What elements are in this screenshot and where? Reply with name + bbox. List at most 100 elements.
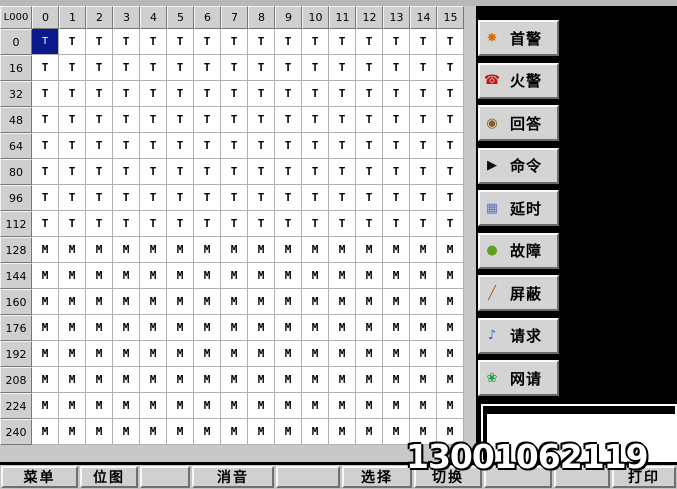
address-cell[interactable]: M [32, 263, 59, 289]
address-cell[interactable]: T [194, 159, 221, 185]
address-cell[interactable]: M [86, 237, 113, 263]
address-cell[interactable]: M [86, 289, 113, 315]
address-cell[interactable]: T [437, 29, 464, 55]
address-cell[interactable]: M [437, 315, 464, 341]
address-cell[interactable]: M [140, 419, 167, 445]
address-cell[interactable]: M [275, 367, 302, 393]
address-cell[interactable]: T [221, 29, 248, 55]
address-cell[interactable]: M [221, 289, 248, 315]
address-cell[interactable]: T [383, 81, 410, 107]
address-cell[interactable]: M [437, 289, 464, 315]
address-cell[interactable]: T [59, 29, 86, 55]
address-cell[interactable]: M [194, 263, 221, 289]
sidebar-button-9[interactable]: ❀ 网请 [478, 360, 559, 396]
address-cell[interactable]: T [410, 81, 437, 107]
address-cell[interactable]: M [167, 263, 194, 289]
address-cell[interactable]: T [437, 81, 464, 107]
address-cell[interactable]: M [383, 237, 410, 263]
address-cell[interactable]: T [86, 29, 113, 55]
address-cell[interactable]: T [302, 211, 329, 237]
address-cell[interactable]: M [275, 289, 302, 315]
sidebar-button-5[interactable]: ▦ 延时 [478, 190, 559, 226]
address-cell[interactable]: M [356, 367, 383, 393]
sidebar-button-2[interactable]: ☎ 火警 [478, 62, 559, 99]
address-cell[interactable]: T [32, 55, 59, 81]
address-cell[interactable]: T [248, 159, 275, 185]
address-cell[interactable]: T [329, 29, 356, 55]
address-cell[interactable]: M [221, 393, 248, 419]
address-cell[interactable]: M [329, 419, 356, 445]
address-cell[interactable]: T [356, 133, 383, 159]
address-cell[interactable]: T [302, 29, 329, 55]
sidebar-button-1[interactable]: ✸ 首警 [478, 20, 559, 56]
address-cell[interactable]: T [32, 159, 59, 185]
address-cell[interactable]: T [86, 185, 113, 211]
address-cell[interactable]: M [167, 289, 194, 315]
address-cell[interactable]: T [383, 133, 410, 159]
address-cell[interactable]: M [86, 419, 113, 445]
address-cell[interactable]: M [140, 237, 167, 263]
address-cell[interactable]: M [248, 419, 275, 445]
address-cell[interactable]: M [275, 419, 302, 445]
address-cell[interactable]: T [194, 29, 221, 55]
address-cell[interactable]: M [383, 263, 410, 289]
address-cell[interactable]: T [356, 29, 383, 55]
address-cell[interactable]: M [329, 367, 356, 393]
address-cell[interactable]: T [329, 159, 356, 185]
address-cell[interactable]: T [275, 211, 302, 237]
address-cell[interactable]: M [140, 341, 167, 367]
address-cell[interactable]: M [356, 341, 383, 367]
select-button[interactable]: 选择 [342, 466, 412, 488]
address-cell[interactable]: T [275, 185, 302, 211]
address-cell[interactable]: T [248, 211, 275, 237]
address-cell[interactable]: T [437, 55, 464, 81]
address-cell[interactable]: T [194, 185, 221, 211]
address-cell[interactable]: M [32, 419, 59, 445]
address-cell[interactable]: T [221, 107, 248, 133]
address-cell[interactable]: M [437, 263, 464, 289]
address-cell[interactable]: M [275, 393, 302, 419]
address-cell[interactable]: M [32, 367, 59, 393]
address-cell[interactable]: M [59, 315, 86, 341]
address-cell[interactable]: M [113, 263, 140, 289]
address-cell[interactable]: T [221, 133, 248, 159]
address-cell[interactable]: M [167, 315, 194, 341]
address-cell[interactable]: M [329, 289, 356, 315]
address-cell[interactable]: T [248, 107, 275, 133]
blank-button-1[interactable] [140, 466, 190, 488]
address-cell[interactable]: M [302, 315, 329, 341]
address-cell[interactable]: T [194, 55, 221, 81]
address-cell[interactable]: M [275, 237, 302, 263]
address-cell[interactable]: T [302, 55, 329, 81]
address-cell[interactable]: M [437, 237, 464, 263]
address-cell[interactable]: T [275, 133, 302, 159]
address-cell[interactable]: M [383, 315, 410, 341]
address-cell[interactable]: T [383, 55, 410, 81]
address-cell[interactable]: T [194, 211, 221, 237]
address-cell[interactable]: M [356, 237, 383, 263]
address-cell[interactable]: T [248, 81, 275, 107]
address-cell[interactable]: T [383, 107, 410, 133]
address-cell[interactable]: T [32, 107, 59, 133]
address-cell[interactable]: T [113, 185, 140, 211]
address-cell[interactable]: T [437, 159, 464, 185]
address-cell[interactable]: T [356, 107, 383, 133]
address-cell[interactable]: M [221, 341, 248, 367]
address-cell[interactable]: M [302, 393, 329, 419]
address-cell[interactable]: M [248, 237, 275, 263]
address-cell[interactable]: T [410, 185, 437, 211]
address-cell[interactable]: T [140, 185, 167, 211]
address-cell[interactable]: M [302, 419, 329, 445]
sidebar-button-8[interactable]: ♪ 请求 [478, 317, 559, 354]
address-cell[interactable]: T [437, 133, 464, 159]
address-cell[interactable]: T [113, 159, 140, 185]
address-cell[interactable]: T [221, 81, 248, 107]
address-cell[interactable]: M [167, 393, 194, 419]
address-cell[interactable]: T [86, 159, 113, 185]
address-cell[interactable]: T [140, 107, 167, 133]
address-cell[interactable]: T [113, 29, 140, 55]
address-cell[interactable]: M [59, 367, 86, 393]
address-cell[interactable]: M [437, 393, 464, 419]
address-cell[interactable]: M [113, 289, 140, 315]
address-cell[interactable]: T [221, 159, 248, 185]
